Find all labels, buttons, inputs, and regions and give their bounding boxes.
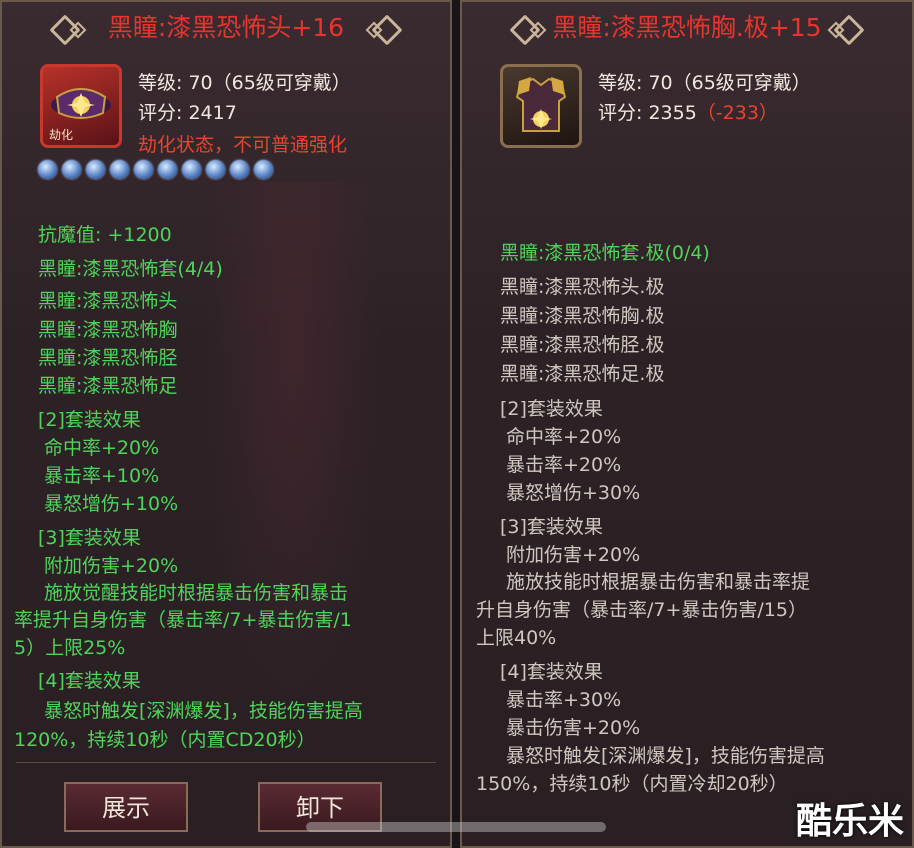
gem-icon [206, 160, 225, 179]
set-item: 黑瞳:漆黑恐怖胫 [38, 347, 178, 369]
effect-line: 暴怒时触发[深渊爆发]，技能伤害提高 [506, 745, 825, 767]
show-button[interactable]: 展示 [64, 782, 188, 832]
gem-icon [230, 160, 249, 179]
gem-icon [158, 160, 177, 179]
gem-icon [110, 160, 129, 179]
effect2-title: [2]套装效果 [38, 409, 141, 431]
effect-line: 暴击率+20% [506, 454, 622, 476]
effect-line: 暴怒时触发[深渊爆发]，技能伤害提高 [44, 700, 363, 722]
right-item-title: 黑瞳:漆黑恐怖胸.极+15 [552, 13, 822, 42]
ornament-icon [833, 14, 865, 46]
gem-icon [182, 160, 201, 179]
effect-line: 150%，持续10秒（内置冷却20秒） [476, 773, 788, 795]
score-value: 评分: 2355 [598, 102, 697, 124]
chest-armor-icon [515, 77, 567, 132]
effect-line: 施放觉醒技能时根据暴击伤害和暴击 [44, 582, 349, 604]
chest-item-icon [500, 64, 582, 148]
left-equipment-panel: 黑瞳:漆黑恐怖头+16 劫化 等级: 70（65级可穿戴） 评分: 2417 劫… [0, 0, 452, 848]
set-item: 黑瞳:漆黑恐怖胸 [38, 319, 178, 341]
level-text: 等级: 70（65级可穿戴） [598, 72, 811, 94]
score-diff: （-233） [696, 102, 778, 124]
right-title-bar: 黑瞳:漆黑恐怖胸.极+15 [462, 10, 912, 46]
ornament-icon [371, 14, 403, 46]
set-item: 黑瞳:漆黑恐怖头 [38, 290, 178, 312]
effect4-title: [4]套装效果 [500, 661, 603, 683]
helmet-item-icon: 劫化 [40, 64, 122, 148]
status-text: 劫化状态，不可普通强化 [138, 134, 348, 156]
set-title: 黑瞳:漆黑恐怖套(4/4) [38, 258, 223, 280]
set-item: 黑瞳:漆黑恐怖胫.极 [500, 334, 665, 356]
effect-line: 暴击率+10% [44, 465, 160, 487]
set-item: 黑瞳:漆黑恐怖足.极 [500, 363, 665, 385]
gem-icon [62, 160, 81, 179]
effect3-title: [3]套装效果 [500, 516, 603, 538]
effect-line: 5）上限25% [14, 637, 126, 659]
set-item: 黑瞳:漆黑恐怖足 [38, 375, 178, 397]
left-item-title: 黑瞳:漆黑恐怖头+16 [107, 13, 345, 42]
effect-line: 暴击率+30% [506, 689, 622, 711]
set-title: 黑瞳:漆黑恐怖套.极(0/4) [500, 242, 710, 264]
gem-icon [134, 160, 153, 179]
watermark-text: 酷乐米 [795, 801, 904, 842]
effect3-title: [3]套装效果 [38, 527, 141, 549]
effect-line: 120%，持续10秒（内置CD20秒） [14, 729, 316, 751]
gem-row [38, 160, 273, 179]
effect-line: 率提升自身伤害（暴击率/7+暴击伤害/1 [14, 609, 352, 631]
set-item: 黑瞳:漆黑恐怖胸.极 [500, 305, 665, 327]
stat-text: 抗魔值: +1200 [38, 224, 172, 246]
effect4-title: [4]套装效果 [38, 670, 141, 692]
effect-line: 暴怒增伤+10% [44, 493, 179, 515]
left-title-bar: 黑瞳:漆黑恐怖头+16 [2, 10, 450, 46]
effect2-title: [2]套装效果 [500, 398, 603, 420]
set-item: 黑瞳:漆黑恐怖头.极 [500, 276, 665, 298]
effect-line: 施放技能时根据暴击伤害和暴击率提 [506, 571, 811, 593]
divider [16, 762, 436, 763]
effect-line: 附加伤害+20% [506, 544, 641, 566]
level-text: 等级: 70（65级可穿戴） [138, 72, 351, 94]
effect-line: 升自身伤害（暴击率/7+暴击伤害/15） [476, 599, 807, 621]
gem-icon [38, 160, 57, 179]
horizontal-scrollbar[interactable] [306, 822, 606, 832]
effect-line: 暴击伤害+20% [506, 717, 641, 739]
score-text: 评分: 2417 [138, 102, 237, 124]
gem-icon [86, 160, 105, 179]
effect-line: 命中率+20% [44, 437, 160, 459]
effect-line: 上限40% [476, 627, 557, 649]
icon-tag: 劫化 [49, 128, 74, 142]
effect-line: 附加伤害+20% [44, 555, 179, 577]
gem-icon [254, 160, 273, 179]
effect-line: 暴怒增伤+30% [506, 482, 641, 504]
score-text: 评分: 2355（-233） [598, 98, 778, 125]
effect-line: 命中率+20% [506, 426, 622, 448]
right-equipment-panel: 黑瞳:漆黑恐怖胸.极+15 等级: 70（65级可穿戴） 评分: 2355（-2… [460, 0, 914, 848]
